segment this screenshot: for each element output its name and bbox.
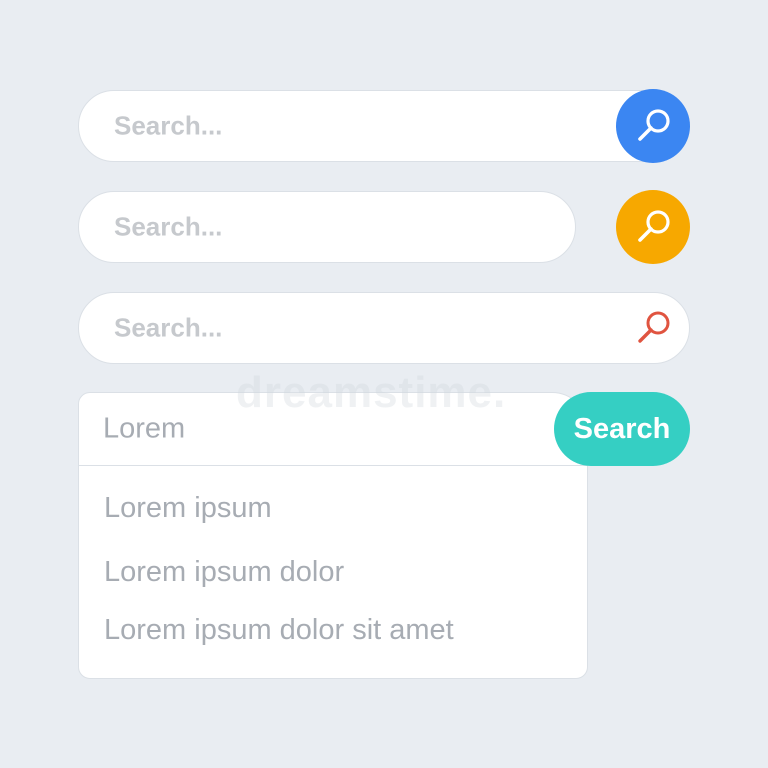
suggestion-item[interactable]: Lorem ipsum <box>104 492 272 525</box>
search-value: Lorem <box>103 412 186 444</box>
search-button-teal[interactable]: Search <box>554 392 690 466</box>
search-button-orange[interactable] <box>616 190 690 264</box>
search-placeholder: Search... <box>114 110 223 141</box>
magnifier-icon <box>638 210 670 242</box>
search-input-1[interactable]: Search... <box>78 90 690 162</box>
magnifier-icon <box>638 109 670 141</box>
suggestion-item[interactable]: Lorem ipsum dolor sit amet <box>104 614 454 647</box>
search-input-3[interactable]: Search... <box>78 292 690 364</box>
search-placeholder: Search... <box>114 211 223 242</box>
search-placeholder: Search... <box>114 312 223 343</box>
search-input-4[interactable]: Lorem <box>78 392 588 466</box>
magnifier-icon[interactable] <box>631 306 675 350</box>
suggestion-item[interactable]: Lorem ipsum dolor <box>104 556 344 589</box>
search-button-blue[interactable] <box>616 89 690 163</box>
search-input-2[interactable]: Search... <box>78 191 576 263</box>
